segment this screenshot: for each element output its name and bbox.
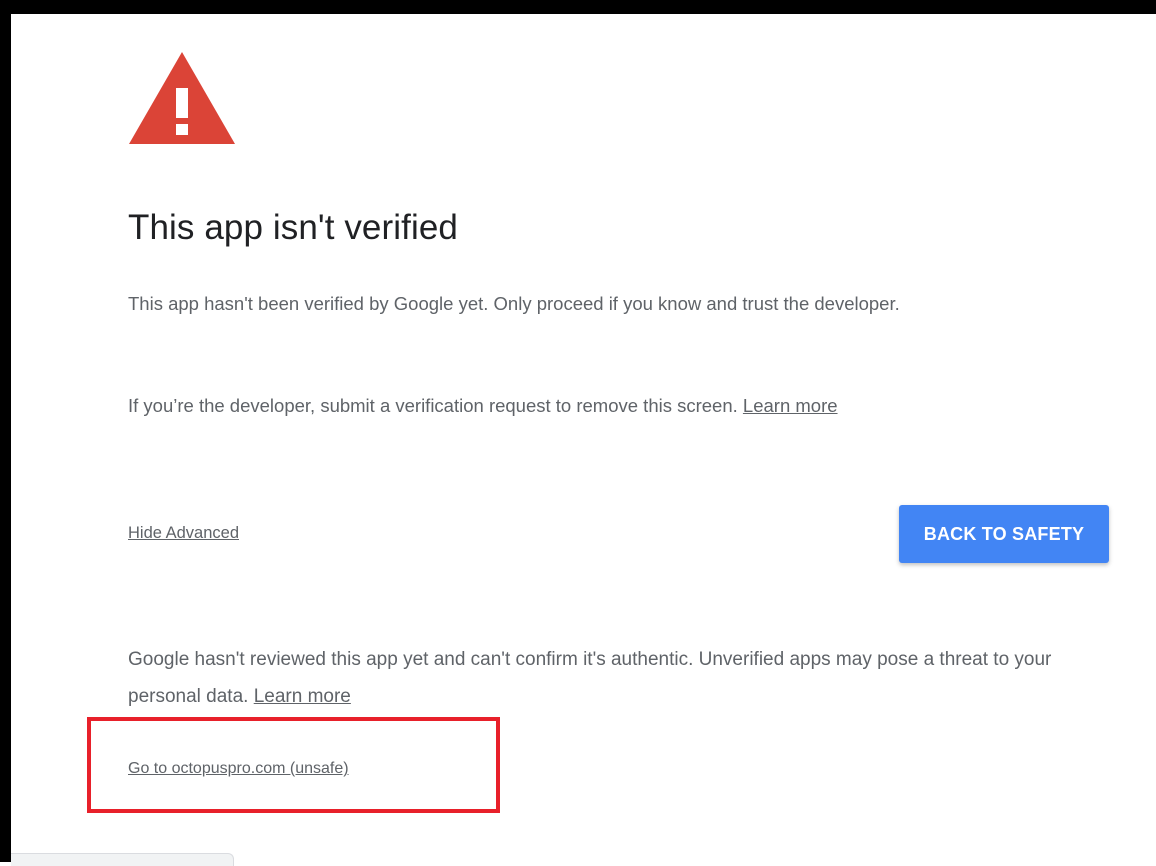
learn-more-link[interactable]: Learn more <box>743 395 838 416</box>
hide-advanced-link[interactable]: Hide Advanced <box>128 524 239 543</box>
highlight-annotation-box <box>87 717 500 813</box>
developer-text: If you’re the developer, submit a verifi… <box>128 395 743 416</box>
bottom-status-tab <box>11 853 234 866</box>
advanced-learn-more-link[interactable]: Learn more <box>254 686 351 707</box>
page-title: This app isn't verified <box>128 208 458 247</box>
description-paragraph: This app hasn't been verified by Google … <box>128 285 1048 322</box>
developer-paragraph: If you’re the developer, submit a verifi… <box>128 387 1108 424</box>
advanced-paragraph: Google hasn't reviewed this app yet and … <box>128 641 1108 715</box>
description-text: This app hasn't been verified by Google … <box>128 293 900 314</box>
warning-triangle-icon <box>129 52 235 144</box>
back-to-safety-button[interactable]: BACK TO SAFETY <box>899 505 1109 563</box>
